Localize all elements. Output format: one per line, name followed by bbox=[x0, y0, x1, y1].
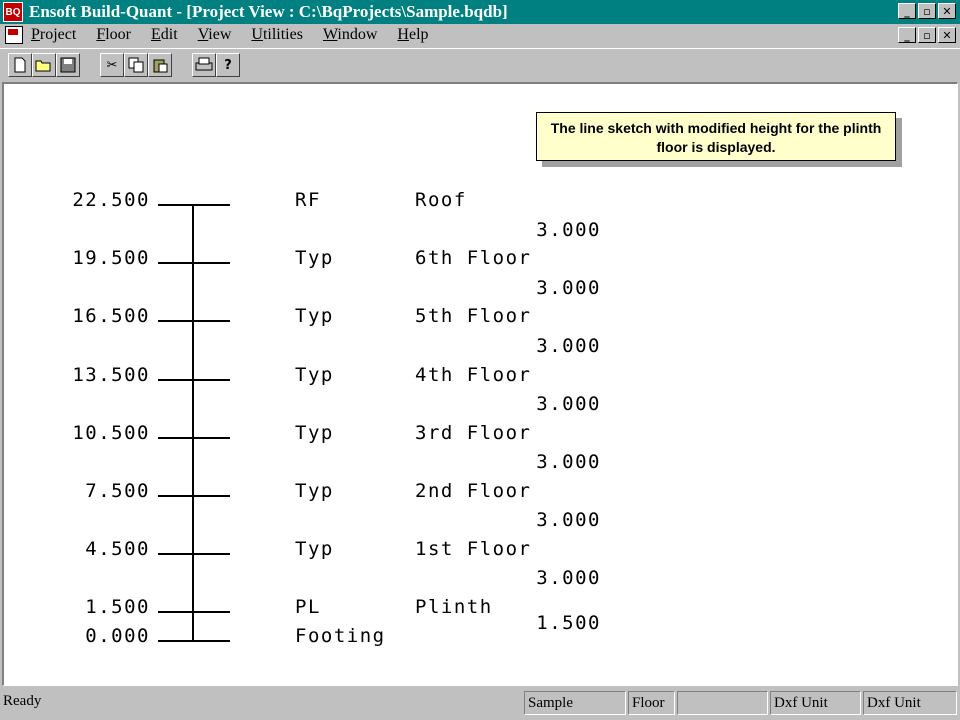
copy-icon[interactable] bbox=[124, 53, 148, 77]
menu-view[interactable]: View bbox=[198, 26, 232, 44]
minimize-button[interactable]: _ bbox=[898, 3, 916, 19]
title-bar: BQ Ensoft Build-Quant - [Project View : … bbox=[0, 0, 960, 24]
status-panel-dxf-unit: Dxf Unit bbox=[770, 691, 861, 715]
print-icon[interactable] bbox=[192, 53, 216, 77]
window-title: Ensoft Build-Quant - [Project View : C:\… bbox=[29, 2, 508, 21]
toolbar: ✂ ? bbox=[0, 48, 960, 81]
menu-project[interactable]: Project bbox=[31, 26, 76, 44]
level-elevation: 1.500 bbox=[85, 596, 150, 618]
floor-height: 1.500 bbox=[536, 612, 601, 634]
status-panel-project: Sample bbox=[524, 691, 626, 715]
menu-utilities[interactable]: Utilities bbox=[251, 26, 303, 44]
level-elevation: 4.500 bbox=[85, 538, 150, 560]
level-elevation: 13.500 bbox=[72, 364, 150, 386]
floor-height: 3.000 bbox=[536, 393, 601, 415]
level-type: PL bbox=[295, 596, 321, 618]
floor-height: 3.000 bbox=[536, 451, 601, 473]
level-type: Typ bbox=[295, 247, 334, 269]
level-type: RF bbox=[295, 189, 321, 211]
floor-height: 3.000 bbox=[536, 219, 601, 241]
child-minimize-button[interactable]: _ bbox=[898, 27, 916, 43]
level-elevation: 7.500 bbox=[85, 480, 150, 502]
callout-note: The line sketch with modified height for… bbox=[536, 112, 896, 161]
level-name: 6th Floor bbox=[415, 247, 531, 269]
restore-button[interactable]: ▫ bbox=[918, 3, 936, 19]
app-icon[interactable]: BQ bbox=[3, 2, 23, 22]
help-icon[interactable]: ? bbox=[216, 53, 240, 77]
document-icon[interactable] bbox=[5, 26, 23, 44]
status-panel-floor: Floor bbox=[628, 691, 675, 715]
menu-floor[interactable]: Floor bbox=[96, 26, 131, 44]
line-sketch: 22.500 RF Roof 19.500 Typ 6th Floor 16.500 Typ 5… bbox=[72, 189, 601, 647]
level-type: Typ bbox=[295, 305, 334, 327]
status-panel-empty bbox=[677, 691, 768, 715]
level-type: Footing bbox=[295, 625, 386, 647]
close-button[interactable]: ✕ bbox=[938, 3, 956, 19]
level-elevation: 10.500 bbox=[72, 422, 150, 444]
paste-icon[interactable] bbox=[148, 53, 172, 77]
open-folder-icon[interactable] bbox=[32, 53, 56, 77]
level-type: Typ bbox=[295, 538, 334, 560]
floor-height: 3.000 bbox=[536, 335, 601, 357]
level-name: 2nd Floor bbox=[415, 480, 531, 502]
level-name: 3rd Floor bbox=[415, 422, 531, 444]
save-icon[interactable] bbox=[56, 53, 80, 77]
new-file-icon[interactable] bbox=[8, 53, 32, 77]
status-panel-dxf-unit-2: Dxf Unit bbox=[863, 691, 957, 715]
level-name: 4th Floor bbox=[415, 364, 531, 386]
level-type: Typ bbox=[295, 422, 334, 444]
child-restore-button[interactable]: ▫ bbox=[918, 27, 936, 43]
level-name: Roof bbox=[415, 189, 467, 211]
level-elevation: 16.500 bbox=[72, 305, 150, 327]
menu-bar: Project Floor Edit View Utilities Window… bbox=[0, 24, 960, 46]
floor-height: 3.000 bbox=[536, 277, 601, 299]
level-elevation: 22.500 bbox=[72, 189, 150, 211]
level-elevation: 19.500 bbox=[72, 247, 150, 269]
cut-icon[interactable]: ✂ bbox=[100, 53, 124, 77]
floor-height: 3.000 bbox=[536, 509, 601, 531]
project-view-canvas[interactable]: 22.500 RF Roof 19.500 Typ 6th Floor 16.500 Typ 5… bbox=[2, 82, 958, 686]
level-name: 1st Floor bbox=[415, 538, 531, 560]
child-close-button[interactable]: ✕ bbox=[938, 27, 956, 43]
status-ready: Ready bbox=[3, 693, 42, 709]
level-name: 5th Floor bbox=[415, 305, 531, 327]
status-bar: Ready Sample Floor Dxf Unit Dxf Unit bbox=[0, 689, 960, 720]
level-type: Typ bbox=[295, 364, 334, 386]
level-type: Typ bbox=[295, 480, 334, 502]
menu-edit[interactable]: Edit bbox=[151, 26, 178, 44]
menu-window[interactable]: Window bbox=[323, 26, 377, 44]
floor-height: 3.000 bbox=[536, 567, 601, 589]
level-name: Plinth bbox=[415, 596, 493, 618]
menu-help[interactable]: Help bbox=[397, 26, 428, 44]
level-elevation: 0.000 bbox=[85, 625, 150, 647]
